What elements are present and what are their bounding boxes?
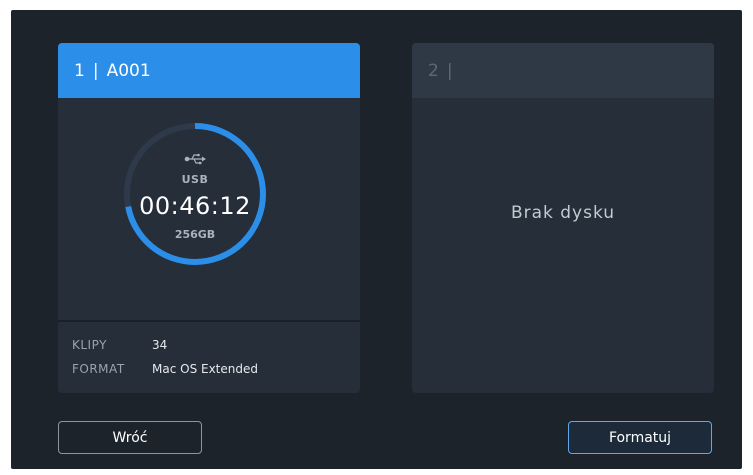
format-label: FORMAT	[72, 362, 125, 376]
slot-1-separator: |	[92, 60, 99, 81]
storage-ring-area: USB 00:46:12 256GB	[58, 98, 360, 320]
no-disk-message: Brak dysku	[510, 203, 616, 223]
slot-2-card[interactable]: 2 | Brak dysku	[412, 43, 714, 393]
capacity-label: 256GB	[174, 228, 216, 241]
slot-2-header: 2 |	[412, 43, 714, 98]
slot-1-card[interactable]: 1 | A001 USB 00:46:12 256GB KLIPY 34 FOR…	[58, 43, 360, 393]
remaining-time: 00:46:12	[139, 192, 251, 220]
ring-center: USB 00:46:12 256GB	[120, 119, 270, 269]
slot-2-separator: |	[446, 60, 453, 81]
format-button[interactable]: Formatuj	[568, 421, 712, 454]
slot-1-number: 1	[74, 60, 85, 81]
slot-2-number: 2	[428, 60, 439, 81]
format-row: FORMAT Mac OS Extended	[72, 362, 258, 376]
back-button[interactable]: Wróć	[58, 421, 202, 454]
slot-1-header: 1 | A001	[58, 43, 360, 98]
slot-1-details: KLIPY 34 FORMAT Mac OS Extended	[58, 320, 360, 393]
media-screen: 1 | A001 USB 00:46:12 256GB KLIPY 34 FOR…	[11, 10, 742, 469]
clips-label: KLIPY	[72, 338, 107, 352]
media-type-label: USB	[181, 173, 209, 186]
format-value: Mac OS Extended	[152, 362, 258, 376]
usb-icon	[184, 153, 206, 167]
clips-row: KLIPY 34	[72, 338, 167, 352]
slot-1-name: A001	[106, 60, 151, 81]
clips-value: 34	[152, 338, 168, 352]
